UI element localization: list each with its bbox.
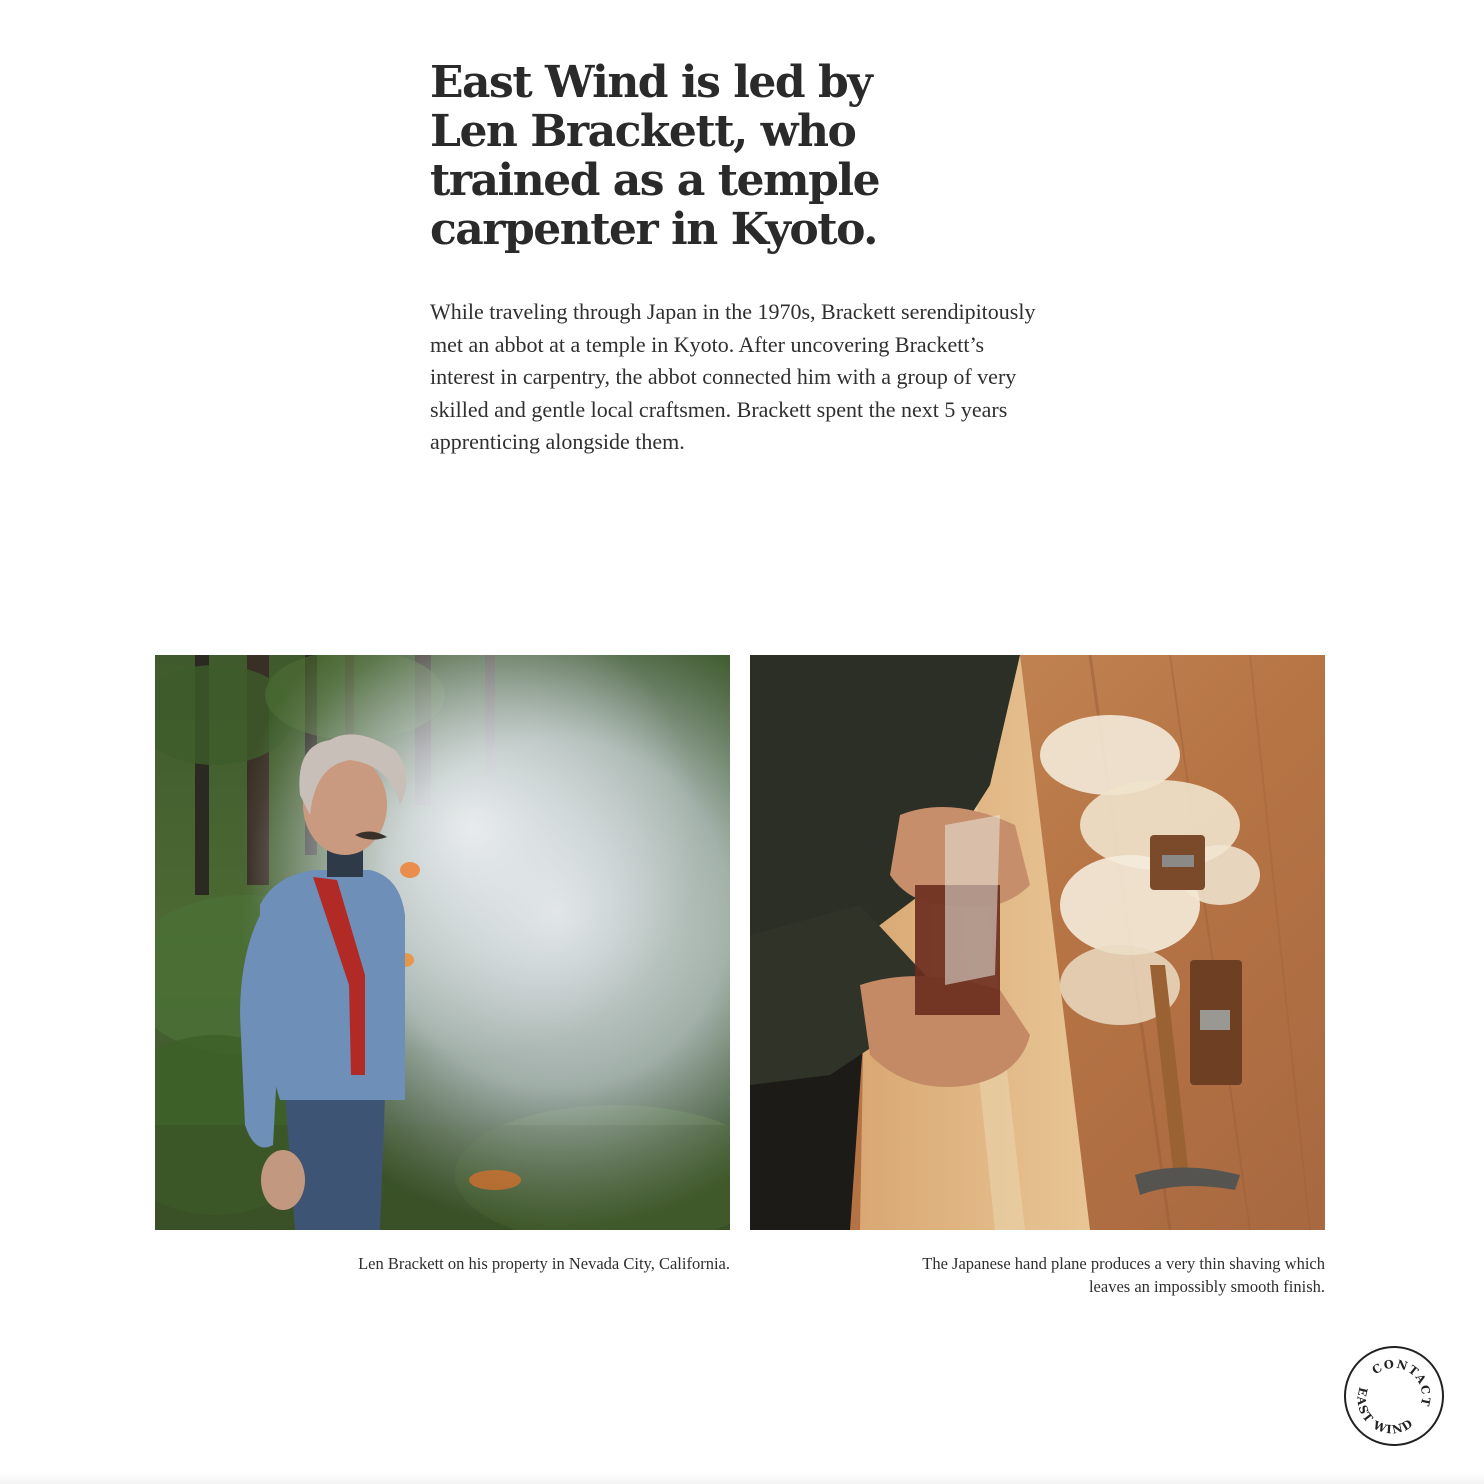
- badge-bottom-text: EAST WIND: [1346, 1381, 1419, 1444]
- contact-badge-graphic: CONTACT EAST WIND: [1346, 1348, 1442, 1444]
- figure-hand-plane: The Japanese hand plane produces a very …: [750, 655, 1325, 1298]
- photo-hand-plane-workbench: [750, 655, 1325, 1230]
- figure-len-brackett: Len Brackett on his property in Nevada C…: [155, 655, 730, 1275]
- intro-section: East Wind is led by Len Brackett, who tr…: [430, 58, 1050, 459]
- bottom-edge-shadow: [0, 1472, 1484, 1484]
- badge-top-text: CONTACT: [1366, 1348, 1442, 1413]
- caption-len-brackett: Len Brackett on his property in Nevada C…: [358, 1254, 730, 1273]
- photo-len-brackett-forest: [155, 655, 730, 1230]
- intro-paragraph: While traveling through Japan in the 197…: [430, 299, 1036, 454]
- page-headline: East Wind is led by Len Brackett, who tr…: [430, 57, 881, 255]
- caption-hand-plane: The Japanese hand plane produces a very …: [922, 1254, 1325, 1296]
- contact-east-wind-button[interactable]: CONTACT EAST WIND: [1344, 1346, 1444, 1446]
